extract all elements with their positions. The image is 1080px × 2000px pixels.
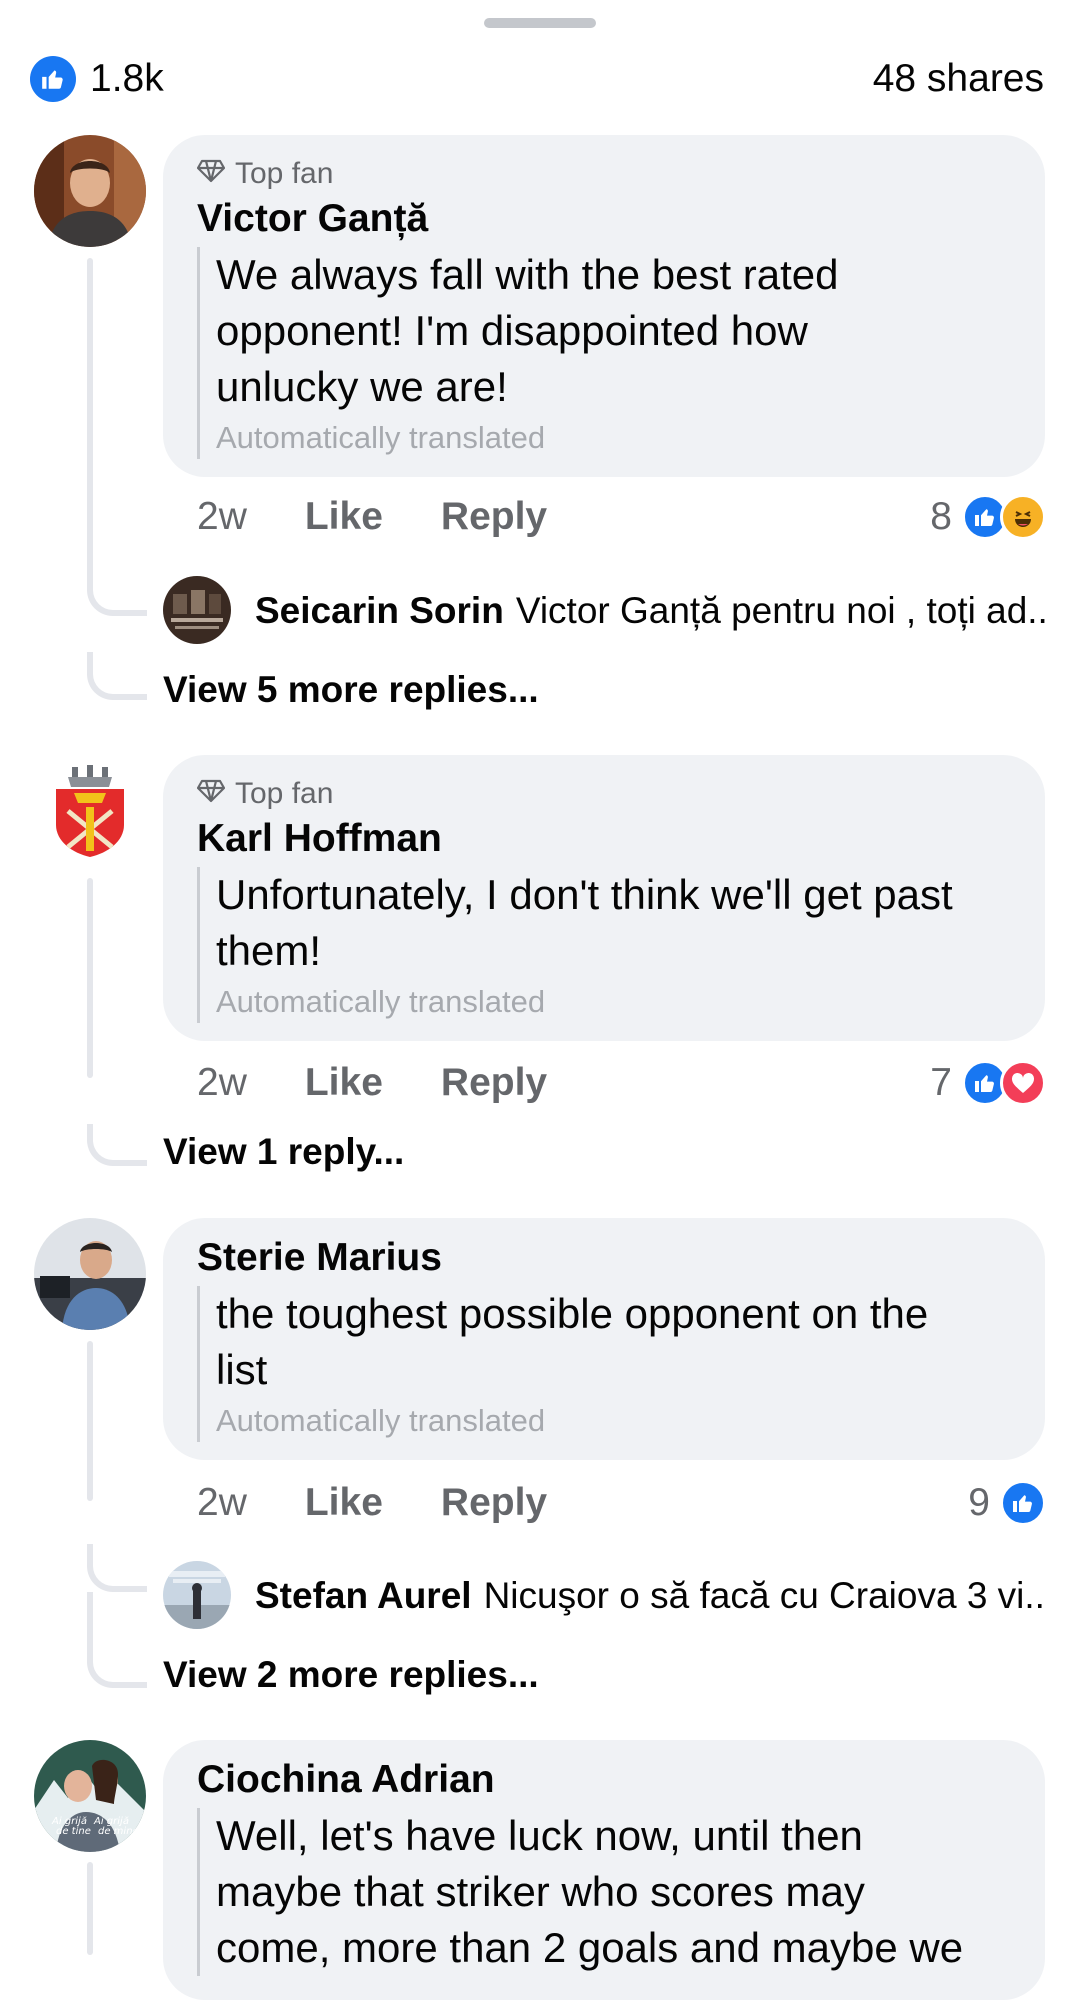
view-more-replies[interactable]: View 1 reply... — [163, 1127, 404, 1177]
shares-count[interactable]: 48 shares — [873, 54, 1044, 104]
avatar[interactable] — [34, 135, 146, 247]
likes-count: 1.8k — [90, 57, 164, 100]
avatar[interactable]: Ai grijă de tine Ai grijă de mine — [34, 1740, 146, 1852]
like-button[interactable]: Like — [305, 1481, 383, 1525]
comment-text-line: Unfortunately, I don't think we'll get p… — [216, 871, 953, 918]
like-button[interactable]: Like — [305, 495, 383, 539]
like-button[interactable]: Like — [305, 1061, 383, 1105]
reaction-count: 7 — [930, 1061, 952, 1104]
comment-author[interactable]: Victor Ganță — [197, 197, 428, 241]
comment-text-line: maybe that striker who scores may — [216, 1868, 865, 1915]
comment-body: Unfortunately, I don't think we'll get p… — [197, 867, 953, 1023]
reply-text: Victor Ganță pentru noi , toți ad... — [515, 590, 1045, 631]
comment-author[interactable]: Karl Hoffman — [197, 817, 442, 861]
comment-text-line: We always fall with the best rated — [216, 251, 839, 298]
comment-bubble[interactable]: Sterie Marius the toughest possible oppo… — [163, 1218, 1045, 1460]
comment-body: the toughest possible opponent on the li… — [197, 1286, 928, 1442]
reply-text: Nicuşor o să facă cu Craiova 3 vi... — [483, 1575, 1045, 1616]
comment-timestamp[interactable]: 2w — [197, 1481, 247, 1525]
top-fan-label: Top fan — [235, 157, 334, 190]
reaction-count: 9 — [968, 1481, 990, 1524]
comment-timestamp[interactable]: 2w — [197, 495, 247, 539]
thread-line — [87, 1862, 93, 1955]
sheet-drag-handle[interactable] — [484, 18, 596, 28]
reply-connector — [87, 568, 147, 616]
comment-body: Well, let's have luck now, until then ma… — [197, 1808, 963, 1976]
thread-line — [87, 1341, 93, 1501]
reply-author[interactable]: Seicarin Sorin — [255, 590, 504, 632]
reply-connector — [87, 1544, 147, 1592]
top-fan-badge: Top fan — [196, 157, 334, 191]
reply-button[interactable]: Reply — [441, 1061, 547, 1105]
view-more-replies[interactable]: View 5 more replies... — [163, 665, 539, 715]
reply-preview[interactable]: Stefan Aurel Nicuşor o să facă cu Craiov… — [255, 1571, 1045, 1621]
top-fan-label: Top fan — [235, 777, 334, 810]
comment-reactions[interactable]: 9 — [968, 1476, 1046, 1530]
comment-text-line: the toughest possible opponent on the — [216, 1290, 929, 1337]
avatar[interactable] — [34, 1218, 146, 1330]
comment-bubble[interactable]: Top fan Karl Hoffman Unfortunately, I do… — [163, 755, 1045, 1041]
comment-author[interactable]: Sterie Marius — [197, 1236, 442, 1280]
view-more-replies[interactable]: View 2 more replies... — [163, 1650, 539, 1700]
comment-actions: 2w Like Reply — [197, 1058, 605, 1108]
avatar[interactable] — [163, 576, 231, 644]
comment-actions: 2w Like Reply — [197, 492, 605, 542]
comment-bubble[interactable]: Ciochina Adrian Well, let's have luck no… — [163, 1740, 1045, 2000]
like-icon — [1000, 1480, 1046, 1526]
comment-actions: 2w Like Reply — [197, 1478, 605, 1528]
reply-author[interactable]: Stefan Aurel — [255, 1575, 472, 1617]
comment-text-line: unlucky we are! — [216, 363, 508, 410]
comment-timestamp[interactable]: 2w — [197, 1061, 247, 1105]
reply-connector — [87, 1592, 147, 1688]
avatar-text: de tine — [56, 1826, 91, 1837]
reply-button[interactable]: Reply — [441, 1481, 547, 1525]
comment-bubble[interactable]: Top fan Victor Ganță We always fall with… — [163, 135, 1045, 477]
thread-line — [87, 878, 93, 1078]
reaction-count: 8 — [930, 495, 952, 538]
avatar[interactable] — [163, 1561, 231, 1629]
reply-connector — [87, 1124, 147, 1166]
reactions-summary[interactable]: 1.8k — [30, 54, 164, 104]
comment-reactions[interactable]: 7 — [930, 1056, 1046, 1110]
comment-text-line: come, more than 2 goals and maybe we — [216, 1924, 964, 1971]
like-icon — [30, 56, 76, 102]
love-icon — [1000, 1060, 1046, 1106]
comment-text-line: opponent! I'm disappointed how — [216, 307, 808, 354]
thread-line — [87, 258, 93, 590]
avatar-text: de mine — [98, 1826, 139, 1837]
comment-body: We always fall with the best rated oppon… — [197, 247, 839, 459]
diamond-icon — [196, 157, 226, 191]
translation-label[interactable]: Automatically translated — [216, 981, 953, 1023]
translation-label[interactable]: Automatically translated — [216, 1400, 928, 1442]
top-fan-badge: Top fan — [196, 777, 334, 811]
reply-connector — [87, 652, 147, 700]
avatar[interactable] — [34, 755, 146, 867]
reply-button[interactable]: Reply — [441, 495, 547, 539]
comment-text-line: list — [216, 1346, 268, 1393]
reply-preview[interactable]: Seicarin Sorin Victor Ganță pentru noi ,… — [255, 586, 1045, 636]
haha-icon — [1000, 494, 1046, 540]
diamond-icon — [196, 777, 226, 811]
comment-author[interactable]: Ciochina Adrian — [197, 1758, 495, 1802]
comment-text-line: them! — [216, 927, 322, 974]
comment-text-line: Well, let's have luck now, until then — [216, 1812, 863, 1859]
comment-reactions[interactable]: 8 — [930, 490, 1046, 544]
translation-label[interactable]: Automatically translated — [216, 417, 839, 459]
